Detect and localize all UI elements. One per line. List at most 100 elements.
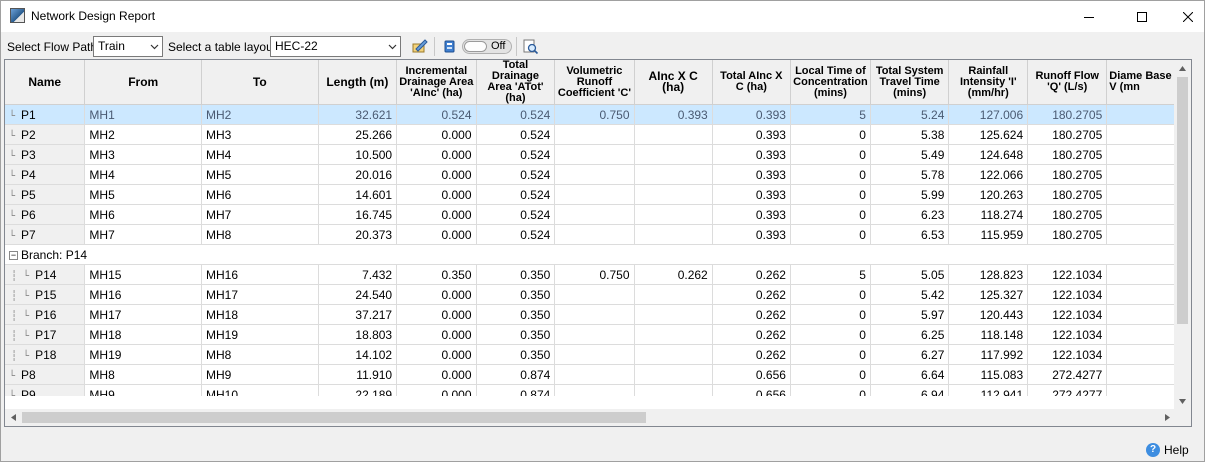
horizontal-scroll-thumb[interactable] (22, 412, 646, 423)
report-options-icon[interactable] (440, 37, 459, 56)
table-row[interactable]: ┆ └ P18 MH19 MH8 14.102 0.000 0.350 0.262 0 6.27… (5, 344, 1176, 365)
pipe-name-cell[interactable]: └ P6 (5, 204, 86, 225)
cell-aincxc[interactable] (634, 364, 713, 385)
cell-to[interactable]: MH9 (201, 364, 319, 385)
cell-tst[interactable]: 5.99 (870, 184, 950, 205)
pipe-name-cell[interactable]: └ P2 (5, 124, 86, 145)
table-row[interactable]: ┆ └ P17 MH18 MH19 18.803 0.000 0.350 0.262 0 6.2… (5, 324, 1176, 345)
cell-ainc[interactable]: 0.000 (396, 164, 477, 185)
column-header-runoff-flow[interactable]: Runoff Flow 'Q' (L/s) (1027, 60, 1108, 105)
cell-atot[interactable]: 0.524 (476, 144, 556, 165)
table-row[interactable]: └ P1 MH1 MH2 32.621 0.524 0.524 0.750 0.393 0.39… (5, 104, 1176, 125)
cell-tst[interactable]: 5.78 (870, 164, 950, 185)
scroll-up-icon[interactable] (1174, 60, 1191, 77)
column-header-incremental-area[interactable]: Incremental Drainage Area 'AInc' (ha) (396, 60, 477, 105)
column-header-ainc-x-c[interactable]: AInc X C (ha) (634, 60, 713, 105)
cell-length[interactable]: 10.500 (318, 144, 398, 165)
column-header-runoff-coefficient[interactable]: Volumetric Runoff Coefficient 'C' (554, 60, 635, 105)
cell-length[interactable]: 37.217 (318, 304, 398, 325)
cell-atot[interactable]: 0.874 (476, 384, 556, 396)
cell-tst[interactable]: 5.38 (870, 124, 950, 145)
cell-c[interactable] (554, 184, 635, 205)
cell-tst[interactable]: 6.94 (870, 384, 950, 396)
cell-to[interactable]: MH19 (201, 324, 319, 345)
cell-c[interactable] (554, 224, 635, 245)
table-row[interactable]: └ P4 MH4 MH5 20.016 0.000 0.524 0.393 0 5.78 122.… (5, 164, 1176, 185)
cell-c[interactable] (554, 304, 635, 325)
vertical-scroll-thumb[interactable] (1177, 77, 1188, 324)
column-header-from[interactable]: From (84, 60, 202, 105)
cell-tst[interactable]: 6.25 (870, 324, 950, 345)
cell-c[interactable] (554, 144, 635, 165)
pipe-name-cell[interactable]: ┆ └ P15 (5, 284, 86, 305)
cell-ltc[interactable]: 0 (790, 384, 871, 396)
pipe-name-cell[interactable]: └ P4 (5, 164, 86, 185)
cell-ainc[interactable]: 0.000 (396, 364, 477, 385)
cell-q[interactable]: 122.1034 (1027, 284, 1108, 305)
cell-ltc[interactable]: 0 (790, 304, 871, 325)
cell-ltc[interactable]: 0 (790, 364, 871, 385)
cell-to[interactable]: MH3 (201, 124, 319, 145)
cell-from[interactable]: MH16 (84, 284, 202, 305)
table-row[interactable]: └ P2 MH2 MH3 25.266 0.000 0.524 0.393 0 5.38 125.… (5, 124, 1176, 145)
cell-ainc[interactable]: 0.000 (396, 204, 477, 225)
cell-to[interactable]: MH4 (201, 144, 319, 165)
cell-length[interactable]: 20.373 (318, 224, 398, 245)
pipe-name-cell[interactable]: └ P7 (5, 224, 86, 245)
cell-aincxc[interactable] (634, 384, 713, 396)
cell-ainc[interactable]: 0.000 (396, 184, 477, 205)
table-row[interactable]: ┆ └ P15 MH16 MH17 24.540 0.000 0.350 0.262 0 5.4… (5, 284, 1176, 305)
cell-diameter[interactable] (1106, 124, 1176, 145)
cell-aincxc[interactable] (634, 184, 713, 205)
cell-atot[interactable]: 0.524 (476, 164, 556, 185)
cell-to[interactable]: MH16 (201, 264, 319, 285)
pipe-name-cell[interactable]: └ P5 (5, 184, 86, 205)
cell-from[interactable]: MH17 (84, 304, 202, 325)
cell-diameter[interactable] (1106, 264, 1176, 285)
cell-from[interactable]: MH4 (84, 164, 202, 185)
scroll-down-icon[interactable] (1174, 393, 1191, 410)
cell-aincxc[interactable] (634, 284, 713, 305)
cell-totaincxc[interactable]: 0.262 (712, 284, 791, 305)
scroll-left-icon[interactable] (5, 409, 22, 426)
cell-atot[interactable]: 0.350 (476, 284, 556, 305)
cell-ainc[interactable]: 0.000 (396, 284, 477, 305)
cell-ltc[interactable]: 0 (790, 284, 871, 305)
cell-ltc[interactable]: 5 (790, 264, 871, 285)
cell-to[interactable]: MH7 (201, 204, 319, 225)
cell-tst[interactable]: 5.49 (870, 144, 950, 165)
cell-length[interactable]: 18.803 (318, 324, 398, 345)
cell-from[interactable]: MH6 (84, 204, 202, 225)
cell-aincxc[interactable] (634, 304, 713, 325)
cell-ltc[interactable]: 0 (790, 144, 871, 165)
table-row[interactable]: └ P8 MH8 MH9 11.910 0.000 0.874 0.656 0 6.64 115.… (5, 364, 1176, 385)
cell-totaincxc[interactable]: 0.393 (712, 184, 791, 205)
cell-ltc[interactable]: 0 (790, 344, 871, 365)
cell-c[interactable] (554, 204, 635, 225)
cell-intensity[interactable]: 120.443 (948, 304, 1029, 325)
cell-atot[interactable]: 0.874 (476, 364, 556, 385)
close-button[interactable] (1165, 1, 1205, 32)
table-row[interactable]: └ P3 MH3 MH4 10.500 0.000 0.524 0.393 0 5.49 124.… (5, 144, 1176, 165)
cell-q[interactable]: 180.2705 (1027, 144, 1108, 165)
table-row[interactable]: ┆ └ P14 MH15 MH16 7.432 0.350 0.350 0.750 0.262… (5, 264, 1176, 285)
cell-q[interactable]: 122.1034 (1027, 264, 1108, 285)
cell-diameter[interactable] (1106, 324, 1176, 345)
cell-diameter[interactable] (1106, 364, 1176, 385)
cell-atot[interactable]: 0.524 (476, 224, 556, 245)
cell-atot[interactable]: 0.524 (476, 104, 556, 125)
cell-totaincxc[interactable]: 0.393 (712, 144, 791, 165)
cell-to[interactable]: MH8 (201, 224, 319, 245)
table-row[interactable]: └ P6 MH6 MH7 16.745 0.000 0.524 0.393 0 6.23 118.… (5, 204, 1176, 225)
horizontal-scrollbar[interactable] (5, 409, 1176, 426)
cell-c[interactable] (554, 384, 635, 396)
cell-intensity[interactable]: 112.941 (948, 384, 1029, 396)
edit-layout-icon[interactable] (410, 37, 429, 56)
cell-c[interactable] (554, 324, 635, 345)
cell-totaincxc[interactable]: 0.393 (712, 204, 791, 225)
cell-q[interactable]: 272.4277 (1027, 384, 1108, 396)
pipe-name-cell[interactable]: └ P9 (5, 384, 86, 396)
cell-from[interactable]: MH5 (84, 184, 202, 205)
cell-ainc[interactable]: 0.000 (396, 144, 477, 165)
column-header-length[interactable]: Length (m) (318, 60, 398, 105)
